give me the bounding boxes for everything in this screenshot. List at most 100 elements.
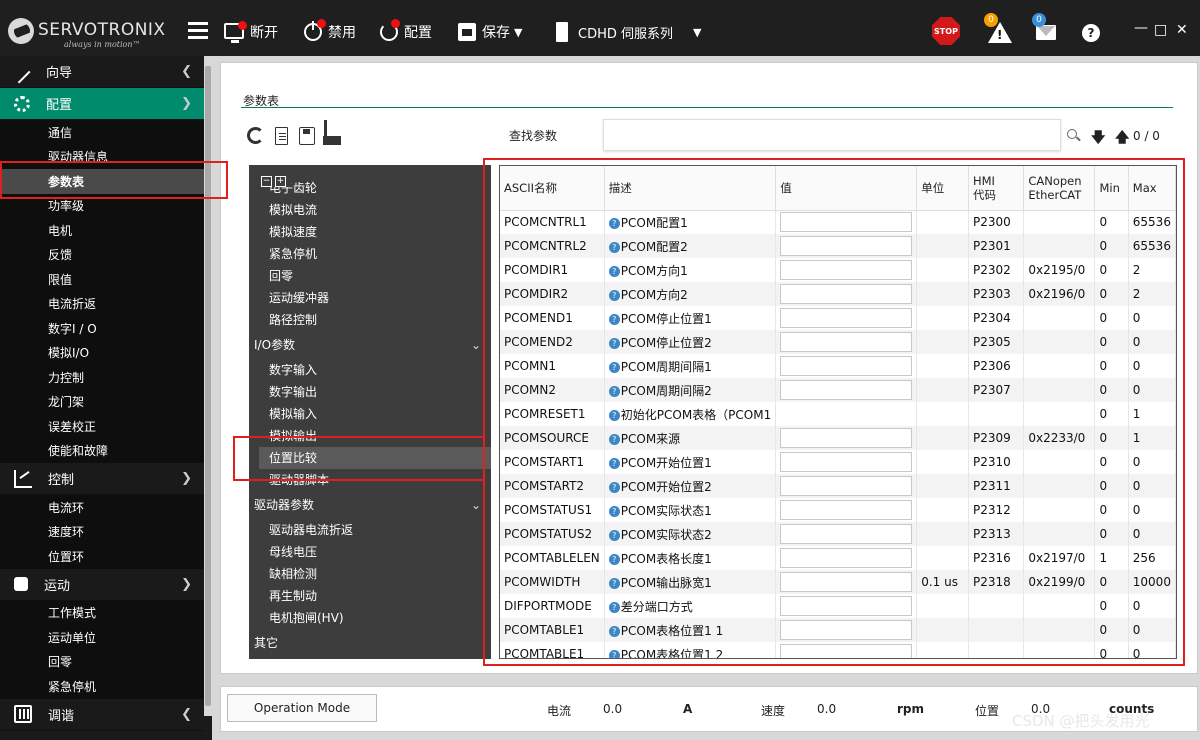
collapse-all-icon[interactable]: − [261,176,272,187]
warning-count-badge: 0 [984,13,998,27]
app-window: SERVOTRONIX always in motion™ 断开 禁用 配置 保… [0,0,1200,740]
gear-icon [14,95,30,112]
arrow-up-icon[interactable]: 🡅 [1115,127,1129,151]
tree-item[interactable]: 电机抱闸(HV) [249,607,491,629]
chevron-down-icon: ❯ [181,576,192,592]
position-label: 位置 [975,704,1000,718]
sidebar-section-config[interactable]: 配置 ❯ [0,88,204,120]
sidebar-section-tuning[interactable]: 调谐 ❮ [0,699,204,731]
tree-item[interactable]: 模拟电流 [249,199,491,221]
tree-item-label: 路径控制 [269,313,318,327]
tree-item[interactable]: 紧急停机 [249,243,491,265]
disable-button[interactable]: 禁用 [304,18,356,46]
sidebar-item[interactable]: 模拟I/O [0,340,204,365]
tree-group[interactable]: 其它 [249,629,491,657]
operation-mode-button[interactable]: Operation Mode [227,694,377,722]
close-button[interactable]: ✕ [1176,22,1188,38]
maximize-button[interactable]: □ [1154,22,1167,38]
sidebar-item[interactable]: 速度环 [0,519,204,544]
disable-label: 禁用 [328,25,356,41]
chevron-down-icon[interactable]: ⌄ [471,491,481,519]
sidebar-item[interactable]: 回零 [0,649,204,674]
drive-selector[interactable]: CDHD 伺服系列 ▼ [556,18,701,46]
tree-item[interactable]: 运动缓冲器 [249,287,491,309]
watermark: CSDN @把头发用光 [1012,712,1150,730]
sidebar-item[interactable]: 电机 [0,218,204,243]
tree-item[interactable]: 数字输出 [249,381,491,403]
chevron-left-icon: ❮ [181,64,192,79]
sidebar-section-control[interactable]: 控制 ❯ [0,463,204,495]
speed-value: 0.0 [817,702,837,716]
minimize-button[interactable]: — [1134,20,1148,36]
speed-label: 速度 [761,704,786,718]
tree-item[interactable]: 驱动器电流折返 [249,519,491,541]
sidebar-item[interactable]: 运动单位 [0,625,204,650]
save-button[interactable]: 保存 ▼ [458,18,522,46]
search-label: 查找参数 [509,129,558,143]
disconnect-button[interactable]: 断开 [224,18,278,46]
tree-item-label: 数字输入 [269,363,318,377]
current-label: 电流 [547,704,572,718]
top-toolbar: SERVOTRONIX always in motion™ 断开 禁用 配置 保… [0,0,1200,64]
sidebar-item[interactable]: 误差校正 [0,414,204,439]
drive-icon [556,22,568,42]
logo-tagline: always in motion™ [64,40,141,49]
sidebar-item[interactable]: 工作模式 [0,600,204,625]
tree-item[interactable]: 再生制动 [249,585,491,607]
tree-item[interactable]: 模拟输入 [249,403,491,425]
chevron-down-icon[interactable]: ⌄ [471,331,481,359]
logo-mark [8,18,34,44]
arrow-down-icon[interactable]: 🡇 [1091,127,1105,151]
sidebar-section-wizard[interactable]: 向导 ❮ [0,56,204,88]
factory-reset-icon[interactable] [323,120,341,145]
sidebar-item[interactable]: 电流环 [0,495,204,520]
search-icon[interactable] [1067,129,1077,139]
chevron-down-icon: ▼ [693,25,702,39]
tree-item-label: 模拟输入 [269,407,318,421]
sidebar-item[interactable]: 使能和故障 [0,438,204,463]
config-label: 配置 [404,25,432,41]
tree-item-label: 模拟速度 [269,225,318,239]
save-file-icon[interactable] [299,127,315,145]
tree-item-label: 其它 [254,636,279,650]
config-sync-icon [380,19,400,41]
speed-unit: rpm [897,702,925,716]
tree-item[interactable]: 模拟速度 [249,221,491,243]
tree-item-label: 驱动器电流折返 [269,523,354,537]
tree-item-label: 回零 [269,269,294,283]
sidebar-section-label: 向导 [46,66,73,81]
sidebar-item[interactable]: 反馈 [0,242,204,267]
sidebar: 向导 ❮ 配置 ❯ 通信 驱动器信息 参数表 功率级 电机 反馈 限值 电流折返 数字I / O… [0,56,204,740]
sidebar-item[interactable]: 力控制 [0,365,204,390]
sidebar-item[interactable]: 限值 [0,267,204,292]
tree-item[interactable]: 母线电压 [249,541,491,563]
refresh-icon[interactable] [247,127,264,144]
tree-group[interactable]: 驱动器参数 ⌄ [249,491,491,519]
hamburger-menu-icon[interactable] [188,22,208,40]
help-icon[interactable]: ? [1082,24,1100,42]
tree-group[interactable]: I/O参数 ⌄ [249,331,491,359]
sidebar-item[interactable]: 电流折返 [0,291,204,316]
highlight-box-position-compare [233,436,485,481]
tree-item-label: 模拟电流 [269,203,318,217]
mail-icon[interactable] [1036,25,1056,40]
tree-item[interactable]: 回零 [249,265,491,287]
stop-button[interactable]: STOP [932,17,960,45]
sidebar-item[interactable]: 紧急停机 [0,674,204,699]
tree-item[interactable]: 数字输入 [249,359,491,381]
sidebar-item[interactable]: 位置环 [0,544,204,569]
config-button[interactable]: 配置 [380,18,432,46]
document-icon[interactable] [275,127,288,145]
tree-item[interactable]: 缺相检测 [249,563,491,585]
sidebar-section-label: 控制 [48,473,75,488]
sidebar-section-label: 配置 [46,98,73,113]
sidebar-item[interactable]: 龙门架 [0,389,204,414]
sidebar-item[interactable]: 通信 [0,120,204,145]
sidebar-section-motion[interactable]: 运动 ❯ [0,569,204,601]
sidebar-item[interactable]: 数字I / O [0,316,204,341]
logo-name: SERVOTRONIX [38,20,166,40]
expand-all-icon[interactable]: + [275,176,286,187]
tree-item[interactable]: 路径控制 [249,309,491,331]
search-input[interactable] [603,119,1061,151]
sidebar-scrollbar[interactable] [204,56,212,716]
